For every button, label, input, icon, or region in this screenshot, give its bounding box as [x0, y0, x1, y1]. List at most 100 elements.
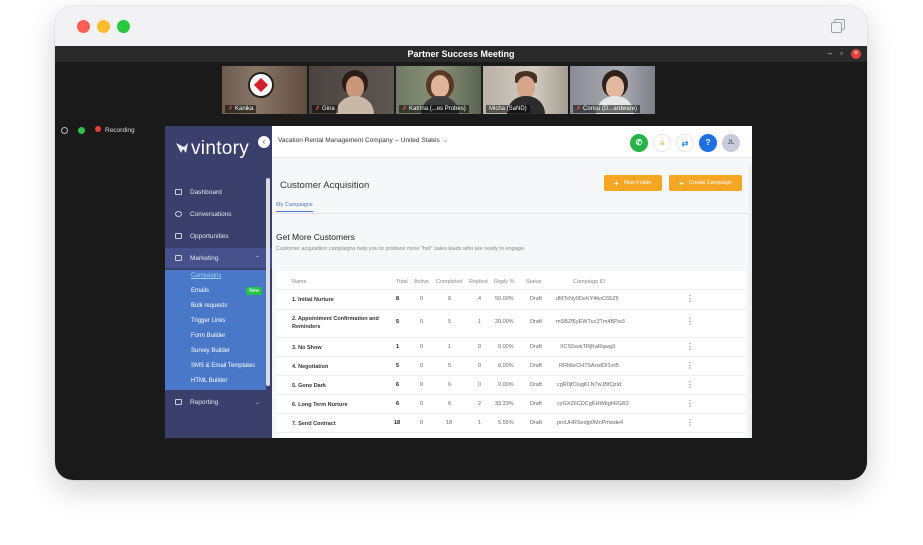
security-shield-icon[interactable]	[78, 126, 85, 134]
status-cell: Draft	[530, 420, 542, 426]
nav-marketing[interactable]: Marketing ⌃	[165, 248, 272, 268]
column-header-reply-pct[interactable]: Reply %	[494, 279, 514, 285]
megaphone-icon	[175, 255, 182, 261]
active-cell: 0	[420, 319, 424, 325]
total-cell: 6	[396, 382, 400, 388]
meeting-window-controls: – ▫ ×	[828, 49, 861, 59]
mic-muted-icon: ✗	[228, 106, 234, 112]
top-bar: Vacation Rental Management Company -- Un…	[272, 126, 752, 158]
brand-logo[interactable]: vintory	[175, 138, 249, 160]
marketing-submenu: Campaigns Emails New Bulk requests Trigge…	[165, 270, 266, 390]
campaign-name[interactable]: 1. Initial Nurture	[292, 296, 392, 304]
participant-name: ✗ Consu (D...ardware)	[573, 105, 641, 113]
company-selector[interactable]: Vacation Rental Management Company -- Un…	[278, 136, 448, 144]
meeting-title: Partner Success Meeting	[55, 46, 867, 62]
more-options-icon[interactable]: ⋮	[686, 342, 694, 351]
total-cell: 5	[396, 363, 400, 369]
content-scrollbar[interactable]	[749, 166, 752, 438]
participant-tile-active-speaker[interactable]: Micha (SaND)	[483, 66, 568, 114]
campaign-id-cell: cgR0jfClugKLN7wJBfQzld	[557, 382, 621, 388]
replied-cell: 0	[478, 363, 482, 369]
table-row[interactable]: 3. No Show 1 0 1 0 0.00% Draft XCS5xxkTR…	[276, 337, 746, 356]
copy-icon[interactable]	[831, 19, 845, 33]
phone-icon[interactable]: ✆	[630, 134, 648, 152]
restore-icon[interactable]: ▫	[840, 49, 843, 59]
column-header-replied[interactable]: Replied	[469, 279, 488, 285]
table-row[interactable]: 7. Send Contract 18 0 18 1 5.55% Draft p…	[276, 413, 746, 432]
column-header-campaign-id[interactable]: Campaign ID	[573, 279, 605, 285]
shared-screen-app: vintory ‹ Dashboard Conversations Opport…	[165, 126, 752, 438]
completed-cell: 6	[448, 382, 452, 388]
column-header-name[interactable]: Name	[292, 279, 307, 285]
submenu-survey-builder[interactable]: Survey Builder	[191, 348, 230, 354]
campaign-name[interactable]: 2. Appointment Confirmation and Reminder…	[292, 315, 392, 331]
submenu-emails[interactable]: Emails New	[191, 287, 263, 295]
submenu-sms-email-templates[interactable]: SMS & Email Templates	[191, 363, 255, 369]
tasks-list-icon[interactable]: ≡	[653, 134, 671, 152]
campaign-name[interactable]: 6. Long Term Nurture	[292, 401, 392, 409]
close-icon[interactable]: ×	[851, 49, 861, 59]
more-options-icon[interactable]: ⋮	[686, 418, 694, 427]
table-row[interactable]: 5. Gone Dark 6 0 6 0 0.00% Draft cgR0jfC…	[276, 375, 746, 394]
status-cell: Draft	[530, 363, 542, 369]
column-header-completed[interactable]: Completed	[436, 279, 463, 285]
column-header-total[interactable]: Total	[396, 279, 408, 285]
table-row[interactable]: 2. Appointment Confirmation and Reminder…	[276, 309, 746, 337]
table-row[interactable]: 6. Long Term Nurture 6 0 6 2 33.33% Draf…	[276, 394, 746, 413]
more-options-icon[interactable]: ⋮	[686, 399, 694, 408]
status-cell: Draft	[530, 401, 542, 407]
more-options-icon[interactable]: ⋮	[686, 294, 694, 303]
campaign-name[interactable]: 3. No Show	[292, 344, 392, 352]
mic-muted-icon: ✗	[576, 106, 582, 112]
column-header-status[interactable]: Status	[526, 279, 542, 285]
participant-tile[interactable]: ✗ Gina	[309, 66, 394, 114]
minimize-icon[interactable]: –	[828, 49, 832, 59]
campaign-name[interactable]: 5. Gone Dark	[292, 382, 392, 390]
avatar[interactable]: JL	[722, 134, 740, 152]
create-campaign-button[interactable]: + Create Campaign	[669, 175, 742, 191]
column-header-active[interactable]: Active	[414, 279, 429, 285]
more-options-icon[interactable]: ⋮	[686, 380, 694, 389]
sidebar-scrollbar[interactable]	[266, 178, 270, 386]
minimize-window-button[interactable]	[97, 20, 110, 33]
plus-icon: +	[679, 178, 684, 188]
submenu-bulk-requests[interactable]: Bulk requests	[191, 303, 227, 309]
nav-opportunities[interactable]: Opportunities	[165, 226, 272, 246]
active-cell: 0	[420, 401, 424, 407]
sync-icon[interactable]: ⇄	[676, 134, 694, 152]
campaign-name[interactable]: 7. Send Contract	[292, 420, 392, 428]
participant-tile[interactable]: ✗ Kanika	[222, 66, 307, 114]
nav-reporting[interactable]: Reporting ⌄	[165, 392, 272, 412]
new-folder-button[interactable]: + New Folder	[604, 175, 662, 191]
info-icon[interactable]	[61, 126, 68, 134]
plus-icon: +	[614, 178, 619, 188]
maximize-window-button[interactable]	[117, 20, 130, 33]
replied-cell: 2	[478, 401, 482, 407]
submenu-trigger-links[interactable]: Trigger Links	[191, 318, 225, 324]
participant-tile[interactable]: ✗ Consu (D...ardware)	[570, 66, 655, 114]
record-icon	[95, 126, 101, 132]
campaign-id-cell: mSBZf6yEWTuc3Tm4BPw3	[556, 319, 625, 325]
status-cell: Draft	[530, 382, 542, 388]
collapse-sidebar-button[interactable]: ‹	[258, 136, 270, 148]
nav-conversations[interactable]: Conversations	[165, 204, 272, 224]
table-row[interactable]: 4. Negotiation 5 0 5 0 0.00% Draft RRb5e…	[276, 356, 746, 375]
help-icon[interactable]: ?	[699, 134, 717, 152]
campaign-name[interactable]: 4. Negotiation	[292, 363, 392, 371]
participant-tile[interactable]: ✗ Katrina (...es Probes)	[396, 66, 481, 114]
submenu-html-builder[interactable]: HTML Builder	[191, 378, 227, 384]
active-cell: 0	[420, 344, 424, 350]
total-cell: 6	[396, 401, 400, 407]
submenu-form-builder[interactable]: Form Builder	[191, 333, 225, 339]
table-row[interactable]: 1. Initial Nurture 8 0 8 4 50.00% Draft …	[276, 289, 746, 309]
reply-pct-cell: 0.00%	[498, 363, 514, 369]
more-options-icon[interactable]: ⋮	[686, 361, 694, 370]
tab-my-campaigns[interactable]: My Campaigns	[276, 202, 313, 212]
recording-indicator[interactable]: Recording	[95, 126, 135, 134]
more-options-icon[interactable]: ⋮	[686, 317, 694, 326]
participant-face	[517, 76, 535, 98]
chevron-down-icon: ⌄	[254, 399, 260, 406]
close-window-button[interactable]	[77, 20, 90, 33]
nav-dashboard[interactable]: Dashboard	[165, 182, 272, 202]
submenu-campaigns[interactable]: Campaigns	[191, 273, 221, 279]
